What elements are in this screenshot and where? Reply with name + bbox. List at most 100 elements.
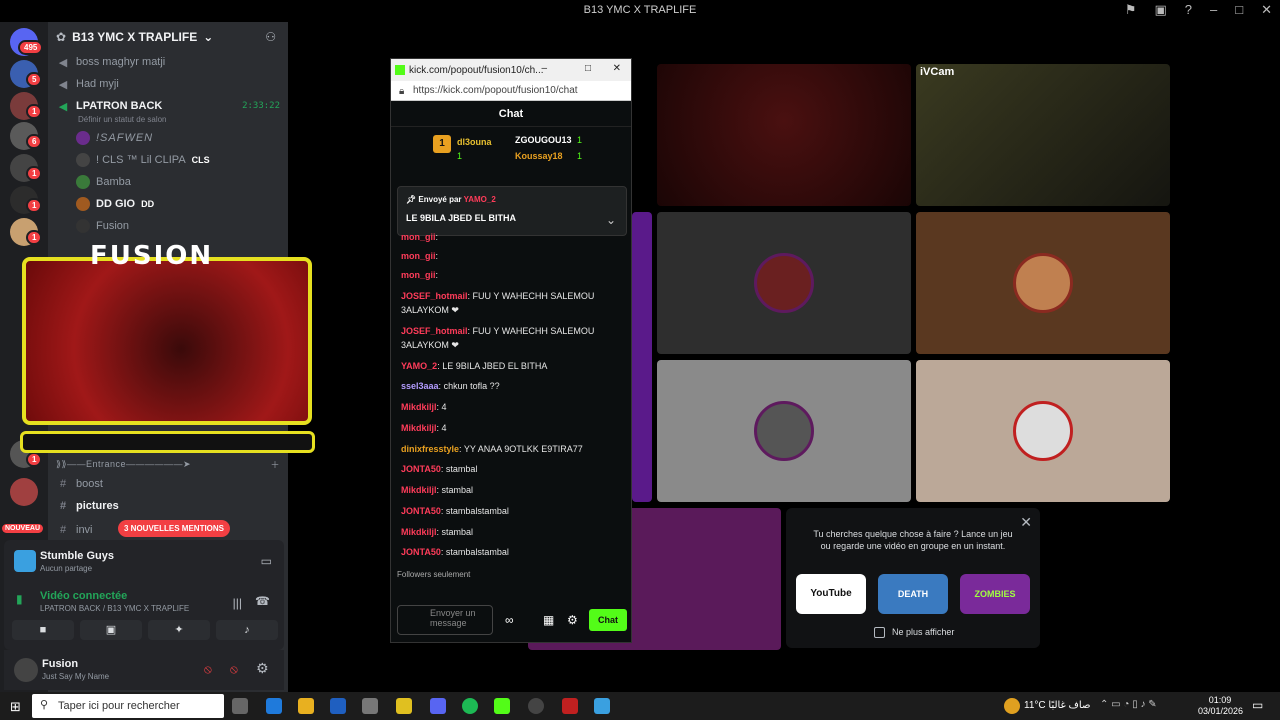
mentions-banner[interactable]: 3 NOUVELLES MENTIONS bbox=[118, 520, 231, 537]
chat-username[interactable]: Mikdkiljl bbox=[401, 527, 437, 537]
tray-icons[interactable]: ⌃ ▭ ◔ ▯ ♪ ✎ bbox=[1100, 699, 1157, 710]
explorer-icon[interactable] bbox=[298, 698, 314, 714]
obs-icon[interactable] bbox=[528, 698, 544, 714]
category-divider[interactable]: ⟫⟫——Entrance——————➤ ＋ bbox=[56, 454, 280, 474]
chat-username[interactable]: ssel3aaa bbox=[401, 381, 439, 391]
video-tile[interactable] bbox=[916, 360, 1170, 502]
maximize-button[interactable]: □ bbox=[1235, 2, 1243, 18]
pinned-message[interactable]: 📌︎ Envoyé par YAMO_2 LE 9BILA JBED EL BI… bbox=[397, 186, 627, 236]
chat-message[interactable]: YAMO_2: LE 9BILA JBED EL BITHA bbox=[401, 359, 623, 373]
screen-icon[interactable]: ▣ bbox=[1154, 2, 1166, 18]
search-box[interactable]: ⚲ Taper ici pour rechercher bbox=[32, 694, 224, 718]
outlook-icon[interactable] bbox=[330, 698, 346, 714]
video-tile[interactable] bbox=[657, 212, 911, 354]
chat-message[interactable]: JOSEF_hotmail: FUU Y WAHECHH SALEMOU 3AL… bbox=[401, 324, 623, 352]
soundboard-button[interactable]: ♪ bbox=[216, 620, 278, 640]
game-card[interactable]: ZOMBIES bbox=[960, 574, 1030, 614]
screenshare-button[interactable]: ▣ bbox=[80, 620, 142, 640]
send-chat-button[interactable]: Chat bbox=[589, 609, 627, 631]
edge-icon[interactable] bbox=[266, 698, 282, 714]
voice-location[interactable]: LPATRON BACK / B13 YMC X TRAPLIFE bbox=[40, 604, 189, 613]
youtube-card[interactable]: YouTube bbox=[796, 574, 866, 614]
text-channel[interactable]: # boost bbox=[56, 474, 280, 494]
chat-message[interactable]: JONTA50: stambalstambal bbox=[401, 504, 623, 518]
close-button[interactable]: ✕ bbox=[1261, 2, 1272, 18]
voice-channel[interactable]: ◀ Had myji bbox=[56, 74, 280, 94]
voice-status[interactable]: Vidéo connectée bbox=[40, 590, 127, 602]
game-card[interactable]: DEATH bbox=[878, 574, 948, 614]
channel-status[interactable]: Définir un statut de salon bbox=[78, 115, 167, 124]
chat-username[interactable]: mon_gii bbox=[401, 251, 436, 261]
start-icon[interactable]: ⊞ bbox=[10, 699, 21, 715]
dont-show-checkbox[interactable] bbox=[874, 627, 885, 638]
video-tile[interactable] bbox=[632, 212, 652, 502]
clock[interactable]: 01:09 03/01/2026 bbox=[1198, 695, 1243, 717]
app-icon[interactable] bbox=[396, 698, 412, 714]
chat-username[interactable]: JONTA50 bbox=[401, 464, 441, 474]
chat-username[interactable]: JOSEF_hotmail bbox=[401, 291, 468, 301]
url-bar[interactable]: 🔒︎ https://kick.com/popout/fusion10/chat bbox=[391, 81, 631, 101]
share-icon[interactable]: ▭ bbox=[261, 554, 272, 568]
chat-input[interactable]: Envoyer un message bbox=[397, 605, 493, 635]
activities-button[interactable]: ✦ bbox=[148, 620, 210, 640]
gear-icon[interactable]: ⚙ bbox=[256, 660, 269, 677]
camera-button[interactable]: ■ bbox=[12, 620, 74, 640]
stumble-icon[interactable] bbox=[594, 698, 610, 714]
chat-username[interactable]: dinixfresstyle bbox=[401, 444, 459, 454]
mic-muted-icon[interactable]: ⦸ bbox=[204, 662, 212, 677]
help-icon[interactable]: ? bbox=[1185, 2, 1192, 18]
video-tile[interactable] bbox=[657, 360, 911, 502]
text-channel[interactable]: # pictures bbox=[56, 496, 280, 516]
maximize-button[interactable]: □ bbox=[585, 63, 591, 74]
voice-user[interactable]: DD GIO DD bbox=[76, 194, 280, 214]
chat-message[interactable]: JONTA50: stambalstambal bbox=[401, 545, 623, 559]
store-icon[interactable]: ▦ bbox=[543, 613, 554, 627]
server-icon[interactable] bbox=[10, 478, 38, 506]
chat-message[interactable]: mon_gii: bbox=[401, 230, 623, 244]
add-channel-icon[interactable]: ＋ bbox=[270, 458, 280, 471]
disconnect-icon[interactable]: ☎ bbox=[255, 594, 270, 608]
close-icon[interactable]: ✕ bbox=[1020, 514, 1032, 531]
voice-user[interactable]: Fusion bbox=[76, 216, 280, 236]
store-icon[interactable] bbox=[362, 698, 378, 714]
chat-message[interactable]: ssel3aaa: chkun tofla ?? bbox=[401, 379, 623, 393]
app-icon[interactable] bbox=[562, 698, 578, 714]
kick-icon[interactable] bbox=[494, 698, 510, 714]
chat-username[interactable]: JOSEF_hotmail bbox=[401, 326, 468, 336]
chat-username[interactable]: YAMO_2 bbox=[401, 361, 437, 371]
video-tile[interactable] bbox=[657, 64, 911, 206]
chat-message[interactable]: Mikdkiljl: stambal bbox=[401, 483, 623, 497]
chat-username[interactable]: JONTA50 bbox=[401, 506, 441, 516]
chat-username[interactable]: mon_gii bbox=[401, 232, 436, 242]
chat-message[interactable]: mon_gii: bbox=[401, 249, 623, 263]
voice-user[interactable]: Bamba bbox=[76, 172, 280, 192]
chat-username[interactable]: mon_gii bbox=[401, 270, 436, 280]
voice-user[interactable]: ! CLS ™ Lil CLIPA CLS bbox=[76, 150, 280, 170]
invite-icon[interactable]: ⚇ bbox=[265, 30, 276, 44]
voice-channel[interactable]: ◀ boss maghyr matji bbox=[56, 52, 280, 72]
chat-message[interactable]: Mikdkiljl: stambal bbox=[401, 525, 623, 539]
weather-text[interactable]: 11°C صاف غالبًا bbox=[1024, 700, 1090, 711]
chat-message[interactable]: JONTA50: stambal bbox=[401, 462, 623, 476]
taskview-icon[interactable] bbox=[232, 698, 248, 714]
chat-message[interactable]: JOSEF_hotmail: FUU Y WAHECHH SALEMOU 3AL… bbox=[401, 289, 623, 317]
discord-icon[interactable] bbox=[430, 698, 446, 714]
gear-icon[interactable]: ⚙ bbox=[567, 613, 578, 627]
chat-message[interactable]: Mikdkiljl: 4 bbox=[401, 400, 623, 414]
chat-username[interactable]: Mikdkiljl bbox=[401, 402, 437, 412]
server-header[interactable]: ✿ B13 YMC X TRAPLIFE ⌄ bbox=[56, 30, 213, 44]
chat-username[interactable]: Mikdkiljl bbox=[401, 423, 437, 433]
chat-message[interactable]: dinixfresstyle: YY ANAA 9OTLKK E9TIRA77 bbox=[401, 442, 623, 456]
noise-icon[interactable]: ||| bbox=[233, 596, 242, 610]
chevron-down-icon[interactable]: ⌄ bbox=[606, 213, 616, 227]
minimize-button[interactable]: – bbox=[1210, 2, 1217, 18]
voice-channel-active[interactable]: ◀ LPATRON BACK 2:33:22 bbox=[56, 96, 280, 116]
close-button[interactable]: ✕ bbox=[613, 63, 621, 74]
voice-user[interactable]: !SAFWEN bbox=[76, 128, 280, 148]
minimize-button[interactable]: – bbox=[541, 63, 547, 74]
video-tile[interactable] bbox=[916, 212, 1170, 354]
chat-message[interactable]: mon_gii: bbox=[401, 268, 623, 282]
notification-icon[interactable]: ▭ bbox=[1252, 698, 1263, 712]
inbox-icon[interactable]: ⚑ bbox=[1125, 2, 1137, 18]
video-tile[interactable]: iVCam bbox=[916, 64, 1170, 206]
